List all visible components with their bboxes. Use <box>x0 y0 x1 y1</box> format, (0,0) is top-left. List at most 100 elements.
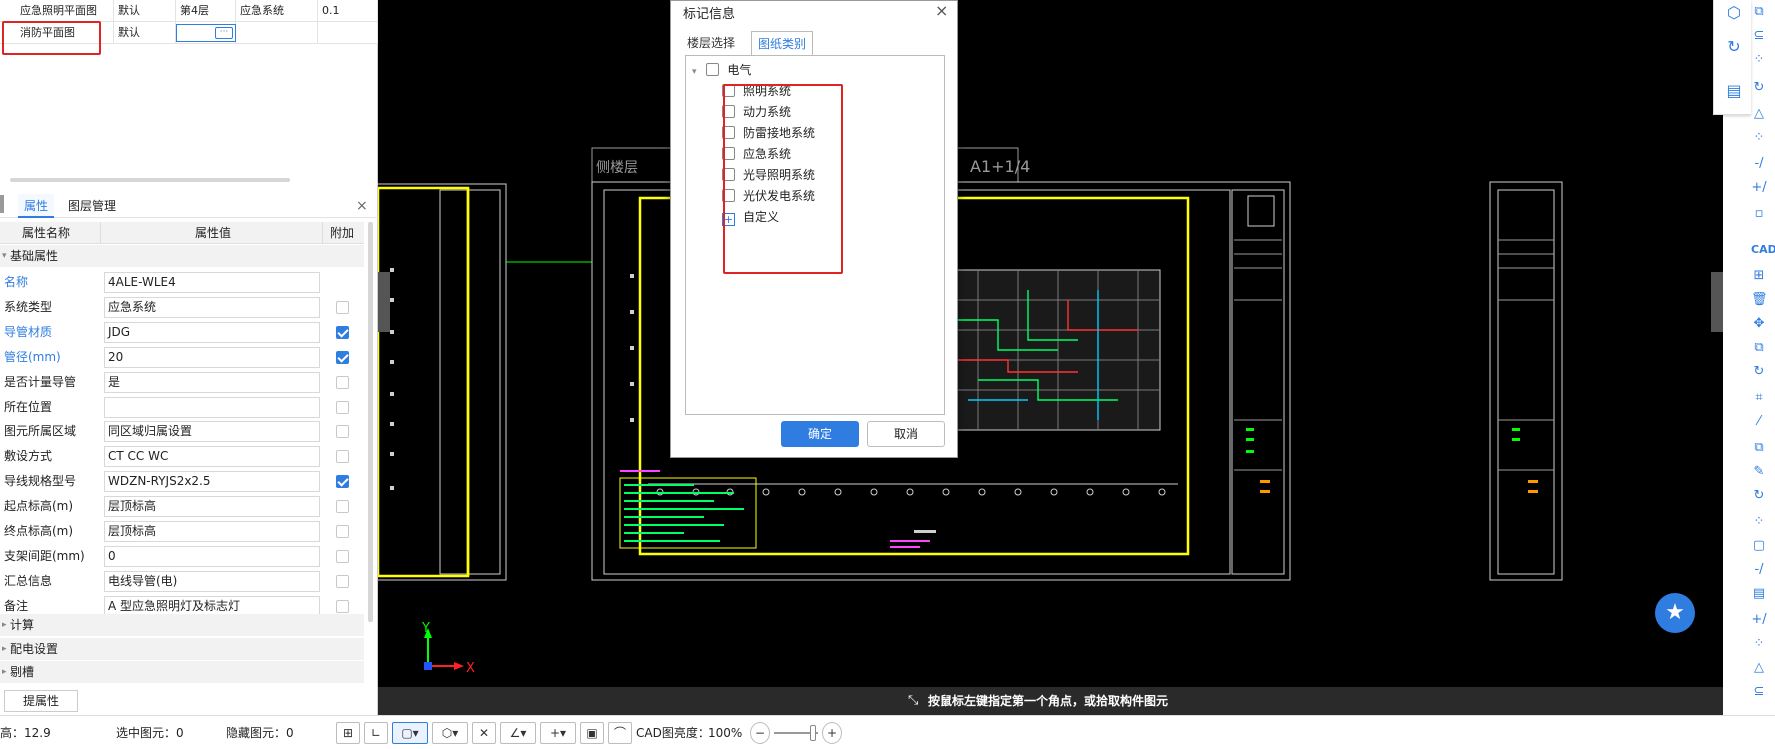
property-row[interactable]: 起点标高(m) 层顶标高 <box>0 494 364 519</box>
property-row[interactable]: 支架间距(mm) 0 <box>0 544 364 569</box>
tab-layer-management[interactable]: 图层管理 <box>62 194 122 218</box>
property-row[interactable]: 名称 4ALE-WLE4 <box>0 270 364 295</box>
offset-object-icon[interactable]: ⊆ <box>1751 684 1767 700</box>
extra-checkbox[interactable] <box>336 425 349 439</box>
property-value-field[interactable]: 0 <box>104 545 320 567</box>
angle-icon[interactable]: ∠▾ <box>500 722 536 744</box>
break-object-icon[interactable]: +/ <box>1751 612 1767 628</box>
drawing-list-row[interactable]: 应急照明平面图 默认 第4层 应急系统 0.1 <box>0 0 378 22</box>
slider-knob[interactable] <box>810 725 816 741</box>
close-icon[interactable]: × <box>935 1 948 20</box>
rotate-object-icon[interactable]: ↻ <box>1751 364 1767 380</box>
close-icon[interactable]: × <box>356 198 368 214</box>
favorite-star-button[interactable]: ★ <box>1655 593 1695 633</box>
copy-object-icon[interactable]: ⧉ <box>1751 340 1767 356</box>
extra-checkbox[interactable] <box>336 525 349 538</box>
checkbox[interactable] <box>706 63 720 76</box>
extra-checkbox[interactable] <box>336 400 349 414</box>
extra-checkbox[interactable] <box>336 549 349 563</box>
curve-icon[interactable]: ⌒ <box>608 722 632 744</box>
property-value-field[interactable] <box>104 396 320 418</box>
array-icon[interactable]: ⁘ <box>1751 52 1767 68</box>
snap-icon[interactable]: +▾ <box>540 722 576 744</box>
break-icon[interactable]: +/ <box>1751 180 1767 196</box>
grid-icon[interactable]: ⁘ <box>1751 636 1767 652</box>
ortho-icon[interactable]: ∟ <box>364 722 388 744</box>
property-value-field[interactable]: JDG <box>104 321 320 343</box>
extract-properties-button[interactable]: 提属性 <box>4 690 78 712</box>
property-row[interactable]: 所在位置 <box>0 395 364 420</box>
property-row[interactable]: 汇总信息 电线导管(电) <box>0 569 364 594</box>
line-icon[interactable]: ⁄ <box>1751 414 1767 430</box>
document-icon[interactable]: ▤ <box>1751 586 1767 602</box>
view-3d-icon[interactable]: ⬡▾ <box>432 722 468 744</box>
cube-view-icon[interactable]: ⬡ <box>1723 2 1745 24</box>
cancel-button[interactable]: 取消 <box>867 421 945 447</box>
property-value-field[interactable]: 应急系统 <box>104 296 320 318</box>
property-value-field[interactable]: 4ALE-WLE4 <box>104 272 320 293</box>
group-icon[interactable]: ⧉ <box>1751 440 1767 456</box>
property-value-field[interactable]: CT CC WC <box>104 446 320 468</box>
mirror-icon[interactable]: △ <box>1751 106 1767 122</box>
zoom-out-icon[interactable]: − <box>750 722 770 744</box>
property-row[interactable]: 图元所属区域 同区域归属设置 <box>0 419 364 444</box>
extra-checkbox[interactable] <box>336 500 349 514</box>
properties-sheet-icon[interactable]: ▤ <box>1723 80 1745 102</box>
tab-drawing-category[interactable]: 图纸类别 <box>751 31 814 55</box>
property-value-field[interactable]: 同区域归属设置 <box>104 421 320 443</box>
property-value-field[interactable]: 层顶标高 <box>104 521 320 542</box>
extend-object-icon[interactable]: -/ <box>1751 562 1767 578</box>
frame-icon[interactable]: ▢ <box>1751 538 1767 554</box>
right-collapse-handle[interactable] <box>1711 272 1723 332</box>
delete-icon[interactable]: 🗑 <box>1751 292 1768 308</box>
property-value-field[interactable]: 20 <box>104 346 320 368</box>
extend-icon[interactable]: -/ <box>1751 156 1767 172</box>
property-row[interactable]: 敷设方式 CT CC WC <box>0 444 364 469</box>
array-object-icon[interactable]: ⁘ <box>1751 514 1767 530</box>
zoom-in-icon[interactable]: + <box>822 722 842 744</box>
vertical-scrollbar[interactable] <box>368 222 373 622</box>
property-row[interactable]: 系统类型 应急系统 <box>0 295 364 320</box>
select-mode-icon[interactable]: ▢▾ <box>392 722 428 744</box>
extra-checkbox[interactable] <box>336 574 349 588</box>
layer-icon[interactable]: ⊞ <box>1751 268 1767 284</box>
extra-checkbox[interactable] <box>336 450 349 464</box>
extra-checkbox[interactable] <box>336 300 349 314</box>
cross-icon[interactable]: ✕ <box>472 722 496 744</box>
blank-icon[interactable]: ▫ <box>1751 206 1767 222</box>
align-icon[interactable]: ⁘ <box>1751 130 1767 146</box>
tree-item-electrical[interactable]: ▾ 电气 <box>692 60 751 80</box>
left-collapse-handle[interactable] <box>378 272 390 332</box>
section-calculation[interactable]: ▸ 计算 <box>0 614 364 636</box>
property-value-field[interactable]: 电线导管(电) <box>104 570 320 592</box>
edit-icon[interactable]: ✎ <box>1751 464 1767 480</box>
ok-button[interactable]: 确定 <box>781 421 859 447</box>
extra-checkbox[interactable] <box>336 350 349 364</box>
section-basic-properties[interactable]: ▾ 基础属性 <box>0 245 364 267</box>
property-row[interactable]: 终点标高(m) 层顶标高 <box>0 519 364 544</box>
section-slotting[interactable]: ▸ 剔槽 <box>0 661 364 683</box>
horizontal-scrollbar[interactable] <box>10 178 290 182</box>
extra-checkbox[interactable] <box>336 599 349 613</box>
property-value-field[interactable]: WDZN-RYJS2x2.5 <box>104 471 320 493</box>
extra-checkbox[interactable] <box>336 375 349 389</box>
extra-checkbox[interactable] <box>336 475 349 489</box>
trim-icon[interactable]: ⌗ <box>1751 390 1767 406</box>
property-row[interactable]: 管径(mm) 20 <box>0 345 364 370</box>
offset-icon[interactable]: ⊆ <box>1751 28 1767 44</box>
more-options-button[interactable]: ··· <box>215 27 233 39</box>
extra-checkbox[interactable] <box>336 325 349 339</box>
mirror-object-icon[interactable]: △ <box>1751 660 1767 676</box>
layout-icon[interactable]: ⊞ <box>336 722 360 744</box>
tab-properties[interactable]: 属性 <box>18 194 55 218</box>
property-value-field[interactable]: 层顶标高 <box>104 496 320 518</box>
floor-select-field[interactable]: ··· <box>176 24 236 42</box>
section-power-distribution[interactable]: ▸ 配电设置 <box>0 638 364 660</box>
monitor-icon[interactable]: ▣ <box>580 722 604 744</box>
property-row[interactable]: 导线规格型号 WDZN-RYJS2x2.5 <box>0 469 364 494</box>
rotate-icon[interactable]: ↻ <box>1751 80 1767 96</box>
copy-icon[interactable]: ⧉ <box>1751 4 1767 20</box>
property-row[interactable]: 导管材质 JDG <box>0 320 364 345</box>
move-icon[interactable]: ✥ <box>1751 316 1767 332</box>
orbit-icon[interactable]: ↻ <box>1723 36 1745 58</box>
